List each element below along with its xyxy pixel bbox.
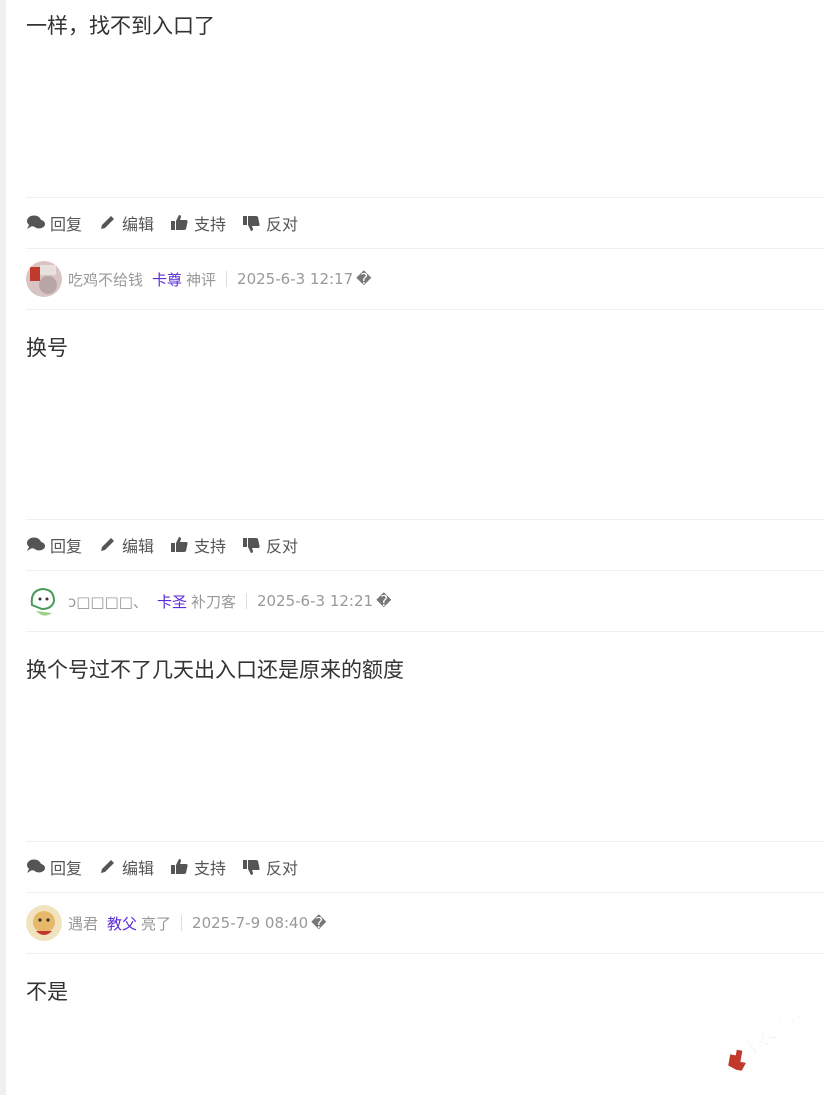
support-button[interactable]: 支持 [170,533,226,557]
post-text: 一样，找不到入口了 [26,14,215,38]
divider [226,271,228,287]
user-role[interactable]: 卡尊 [152,269,182,290]
avatar[interactable] [26,905,62,941]
edit-button[interactable]: 编辑 [98,533,154,557]
oppose-button[interactable]: 反对 [242,855,298,879]
unknown-glyph-icon: � [356,270,372,288]
post-meta: 遇君 教父 亮了 2025-7-9 08:40 � [26,893,824,954]
thumbs-down-icon [242,536,262,554]
post-meta: 吃鸡不给钱 卡尊 神评 2025-6-3 12:17 � [26,249,824,310]
pencil-icon [98,214,118,232]
comment-icon [26,214,46,232]
support-button[interactable]: 支持 [170,855,226,879]
thumbs-down-icon [242,214,262,232]
post-actions: 回复 编辑 支持 反对 [26,519,824,571]
post-time: 2025-6-3 12:17 [237,270,354,288]
post-time: 2025-6-3 12:21 [256,592,374,610]
post-text: 换号 [26,336,68,360]
post-meta: ↄ□□□□、 卡圣 补刀客 2025-6-3 12:21 � [26,571,824,632]
thumbs-down-icon [242,858,262,876]
post-actions: 回复 编辑 支持 反对 [26,197,824,249]
divider [245,593,247,609]
comment-icon [26,536,46,554]
left-border [0,0,6,1095]
comment-icon [26,858,46,876]
user-role[interactable]: 教父 [107,913,137,934]
site-watermark: 卡农社区 [712,997,812,1077]
username[interactable]: 吃鸡不给钱 [68,269,143,290]
thumbs-up-icon [170,214,190,232]
user-role[interactable]: 卡圣 [157,591,187,612]
username[interactable]: 遇君 [68,913,98,934]
support-button[interactable]: 支持 [170,211,226,235]
reply-button[interactable]: 回复 [26,855,82,879]
post-time: 2025-7-9 08:40 [192,914,309,932]
watermark-text: 卡农社区 [739,1004,807,1060]
post-text: 不是 [26,980,68,1004]
user-title: 亮了 [141,914,172,933]
avatar[interactable] [26,261,62,297]
thumbs-up-icon [170,858,190,876]
avatar[interactable] [26,583,62,619]
pencil-icon [98,536,118,554]
edit-button[interactable]: 编辑 [98,855,154,879]
post-text: 换个号过不了几天出入口还是原来的额度 [26,658,404,682]
edit-button[interactable]: 编辑 [98,211,154,235]
thumbs-up-icon [170,536,190,554]
user-title: 补刀客 [190,592,236,611]
user-title: 神评 [186,270,217,289]
reply-button[interactable]: 回复 [26,211,82,235]
unknown-glyph-icon: � [311,914,327,932]
unknown-glyph-icon: � [376,592,392,610]
pencil-icon [98,858,118,876]
oppose-button[interactable]: 反对 [242,533,298,557]
divider [181,915,183,931]
username[interactable]: ↄ□□□□、 [68,591,148,612]
reply-button[interactable]: 回复 [26,533,82,557]
oppose-button[interactable]: 反对 [242,211,298,235]
post-actions: 回复 编辑 支持 反对 [26,841,824,893]
